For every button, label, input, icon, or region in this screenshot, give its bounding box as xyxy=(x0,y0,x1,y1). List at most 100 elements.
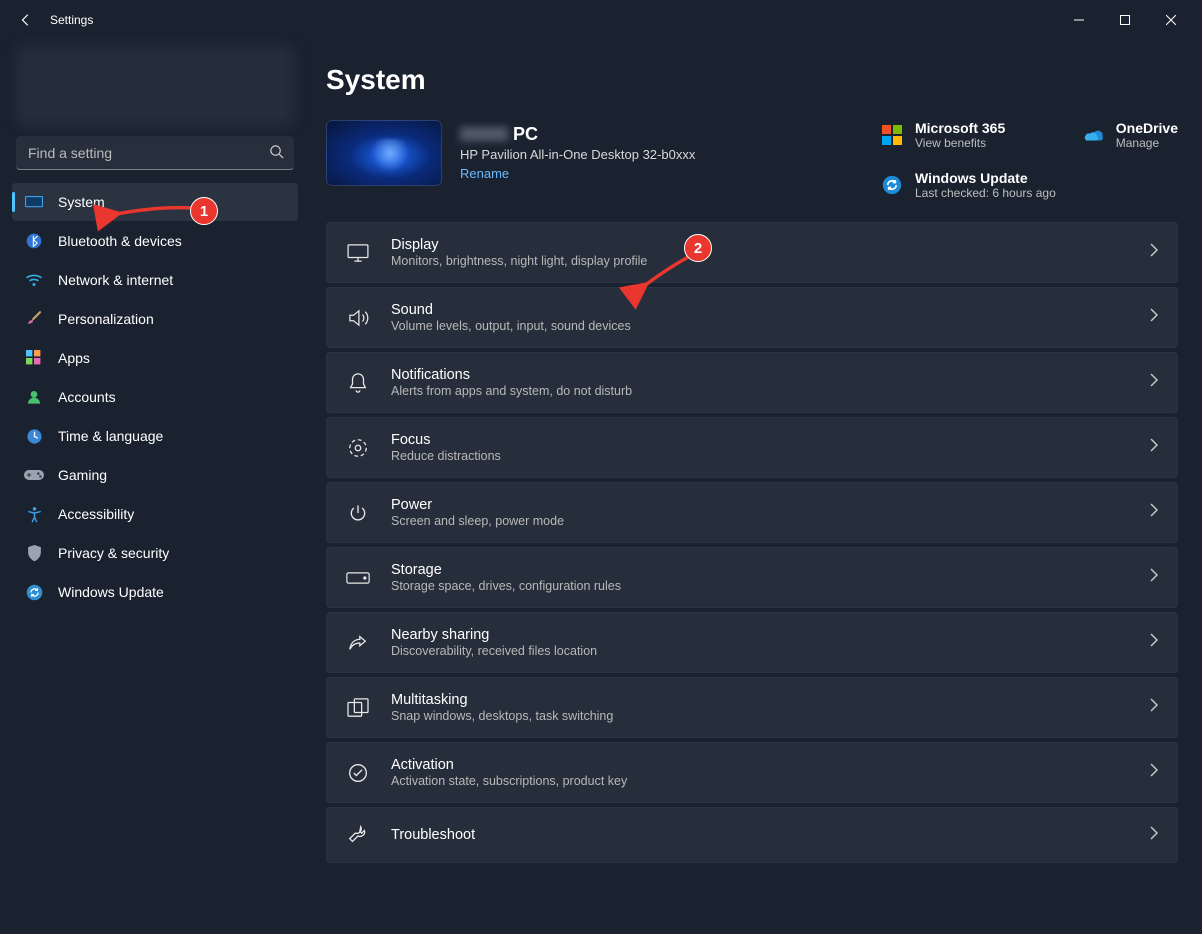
sidebar-item-label: Network & internet xyxy=(58,272,173,288)
chevron-right-icon xyxy=(1149,373,1159,392)
setting-focus[interactable]: FocusReduce distractions xyxy=(326,417,1178,478)
sidebar-item-personalization[interactable]: Personalization xyxy=(12,300,298,338)
annotation-arrow-2 xyxy=(638,254,698,299)
setting-sound[interactable]: SoundVolume levels, output, input, sound… xyxy=(326,287,1178,348)
setting-sub: Storage space, drives, configuration rul… xyxy=(391,579,1149,593)
app-title: Settings xyxy=(50,13,93,27)
setting-sub: Monitors, brightness, night light, displ… xyxy=(391,254,1149,268)
setting-title: Storage xyxy=(391,562,1149,578)
sidebar-item-apps[interactable]: Apps xyxy=(12,339,298,377)
wifi-icon xyxy=(24,270,44,290)
focus-icon xyxy=(345,435,371,461)
top-link-sub: Manage xyxy=(1116,136,1178,150)
setting-title: Nearby sharing xyxy=(391,627,1149,643)
setting-sub: Reduce distractions xyxy=(391,449,1149,463)
top-link-sub: View benefits xyxy=(915,136,1005,150)
accessibility-icon xyxy=(24,504,44,524)
search-icon xyxy=(269,144,284,164)
search-box[interactable] xyxy=(16,136,294,170)
sidebar-item-label: Accessibility xyxy=(58,506,134,522)
monitor-icon xyxy=(24,192,44,212)
setting-power[interactable]: PowerScreen and sleep, power mode xyxy=(326,482,1178,543)
setting-sub: Discoverability, received files location xyxy=(391,644,1149,658)
setting-title: Troubleshoot xyxy=(391,827,1149,843)
setting-nearby-sharing[interactable]: Nearby sharingDiscoverability, received … xyxy=(326,612,1178,673)
sidebar-item-label: Privacy & security xyxy=(58,545,169,561)
setting-sub: Screen and sleep, power mode xyxy=(391,514,1149,528)
profile-block[interactable] xyxy=(16,46,294,126)
clock-icon xyxy=(24,426,44,446)
setting-display[interactable]: DisplayMonitors, brightness, night light… xyxy=(326,222,1178,283)
setting-notifications[interactable]: NotificationsAlerts from apps and system… xyxy=(326,352,1178,413)
search-input[interactable] xyxy=(16,136,294,170)
share-icon xyxy=(345,630,371,656)
sidebar-item-windows-update[interactable]: Windows Update xyxy=(12,573,298,611)
annotation-step-1: 1 xyxy=(190,197,218,225)
sidebar-item-accessibility[interactable]: Accessibility xyxy=(12,495,298,533)
maximize-button[interactable] xyxy=(1102,4,1148,36)
shield-icon xyxy=(24,543,44,563)
setting-title: Focus xyxy=(391,432,1149,448)
close-button[interactable] xyxy=(1148,4,1194,36)
setting-storage[interactable]: StorageStorage space, drives, configurat… xyxy=(326,547,1178,608)
sidebar-item-label: Bluetooth & devices xyxy=(58,233,182,249)
setting-activation[interactable]: ActivationActivation state, subscription… xyxy=(326,742,1178,803)
bell-icon xyxy=(345,370,371,396)
gaming-icon xyxy=(24,465,44,485)
pc-info-block: PC HP Pavilion All-in-One Desktop 32-b0x… xyxy=(326,120,695,186)
annotation-step-2: 2 xyxy=(684,234,712,262)
sidebar-item-label: Gaming xyxy=(58,467,107,483)
storage-icon xyxy=(345,565,371,591)
chevron-right-icon xyxy=(1149,438,1159,457)
top-link-microsoft-[interactable]: Microsoft 365View benefits xyxy=(881,120,1056,150)
sidebar-item-accounts[interactable]: Accounts xyxy=(12,378,298,416)
setting-troubleshoot[interactable]: Troubleshoot xyxy=(326,807,1178,863)
chevron-right-icon xyxy=(1149,763,1159,782)
chevron-right-icon xyxy=(1149,308,1159,327)
sidebar-item-network-internet[interactable]: Network & internet xyxy=(12,261,298,299)
chevron-right-icon xyxy=(1149,698,1159,717)
page-title: System xyxy=(326,64,1178,96)
display-icon xyxy=(345,240,371,266)
brush-icon xyxy=(24,309,44,329)
person-icon xyxy=(24,387,44,407)
update-blue-icon xyxy=(881,174,903,196)
update-icon xyxy=(24,582,44,602)
setting-sub: Activation state, subscriptions, product… xyxy=(391,774,1149,788)
wrench-icon xyxy=(345,822,371,848)
setting-sub: Volume levels, output, input, sound devi… xyxy=(391,319,1149,333)
sidebar-item-gaming[interactable]: Gaming xyxy=(12,456,298,494)
annotation-arrow-1 xyxy=(110,204,196,229)
ms365-icon xyxy=(881,124,903,146)
sidebar-item-label: Personalization xyxy=(58,311,154,327)
chevron-right-icon xyxy=(1149,568,1159,587)
titlebar: Settings xyxy=(0,0,1202,40)
setting-sub: Alerts from apps and system, do not dist… xyxy=(391,384,1149,398)
back-button[interactable] xyxy=(8,2,44,38)
chevron-right-icon xyxy=(1149,243,1159,262)
pc-thumbnail xyxy=(326,120,442,186)
sidebar-item-label: System xyxy=(58,194,105,210)
top-link-title: Microsoft 365 xyxy=(915,120,1005,136)
minimize-button[interactable] xyxy=(1056,4,1102,36)
top-link-windows-update[interactable]: Windows UpdateLast checked: 6 hours ago xyxy=(881,170,1056,200)
setting-title: Notifications xyxy=(391,367,1149,383)
main-content: System PC HP Pavilion All-in-One Desktop… xyxy=(310,40,1202,934)
top-link-onedrive[interactable]: OneDriveManage xyxy=(1082,120,1178,150)
top-link-title: Windows Update xyxy=(915,170,1056,186)
setting-multitasking[interactable]: MultitaskingSnap windows, desktops, task… xyxy=(326,677,1178,738)
rename-link[interactable]: Rename xyxy=(460,166,509,181)
multitask-icon xyxy=(345,695,371,721)
sidebar-item-label: Apps xyxy=(58,350,90,366)
chevron-right-icon xyxy=(1149,633,1159,652)
sidebar-item-label: Windows Update xyxy=(58,584,164,600)
power-icon xyxy=(345,500,371,526)
check-icon xyxy=(345,760,371,786)
sidebar-item-time-language[interactable]: Time & language xyxy=(12,417,298,455)
setting-sub: Snap windows, desktops, task switching xyxy=(391,709,1149,723)
setting-title: Power xyxy=(391,497,1149,513)
top-link-title: OneDrive xyxy=(1116,120,1178,136)
chevron-right-icon xyxy=(1149,503,1159,522)
sidebar-item-label: Accounts xyxy=(58,389,116,405)
sidebar-item-privacy-security[interactable]: Privacy & security xyxy=(12,534,298,572)
